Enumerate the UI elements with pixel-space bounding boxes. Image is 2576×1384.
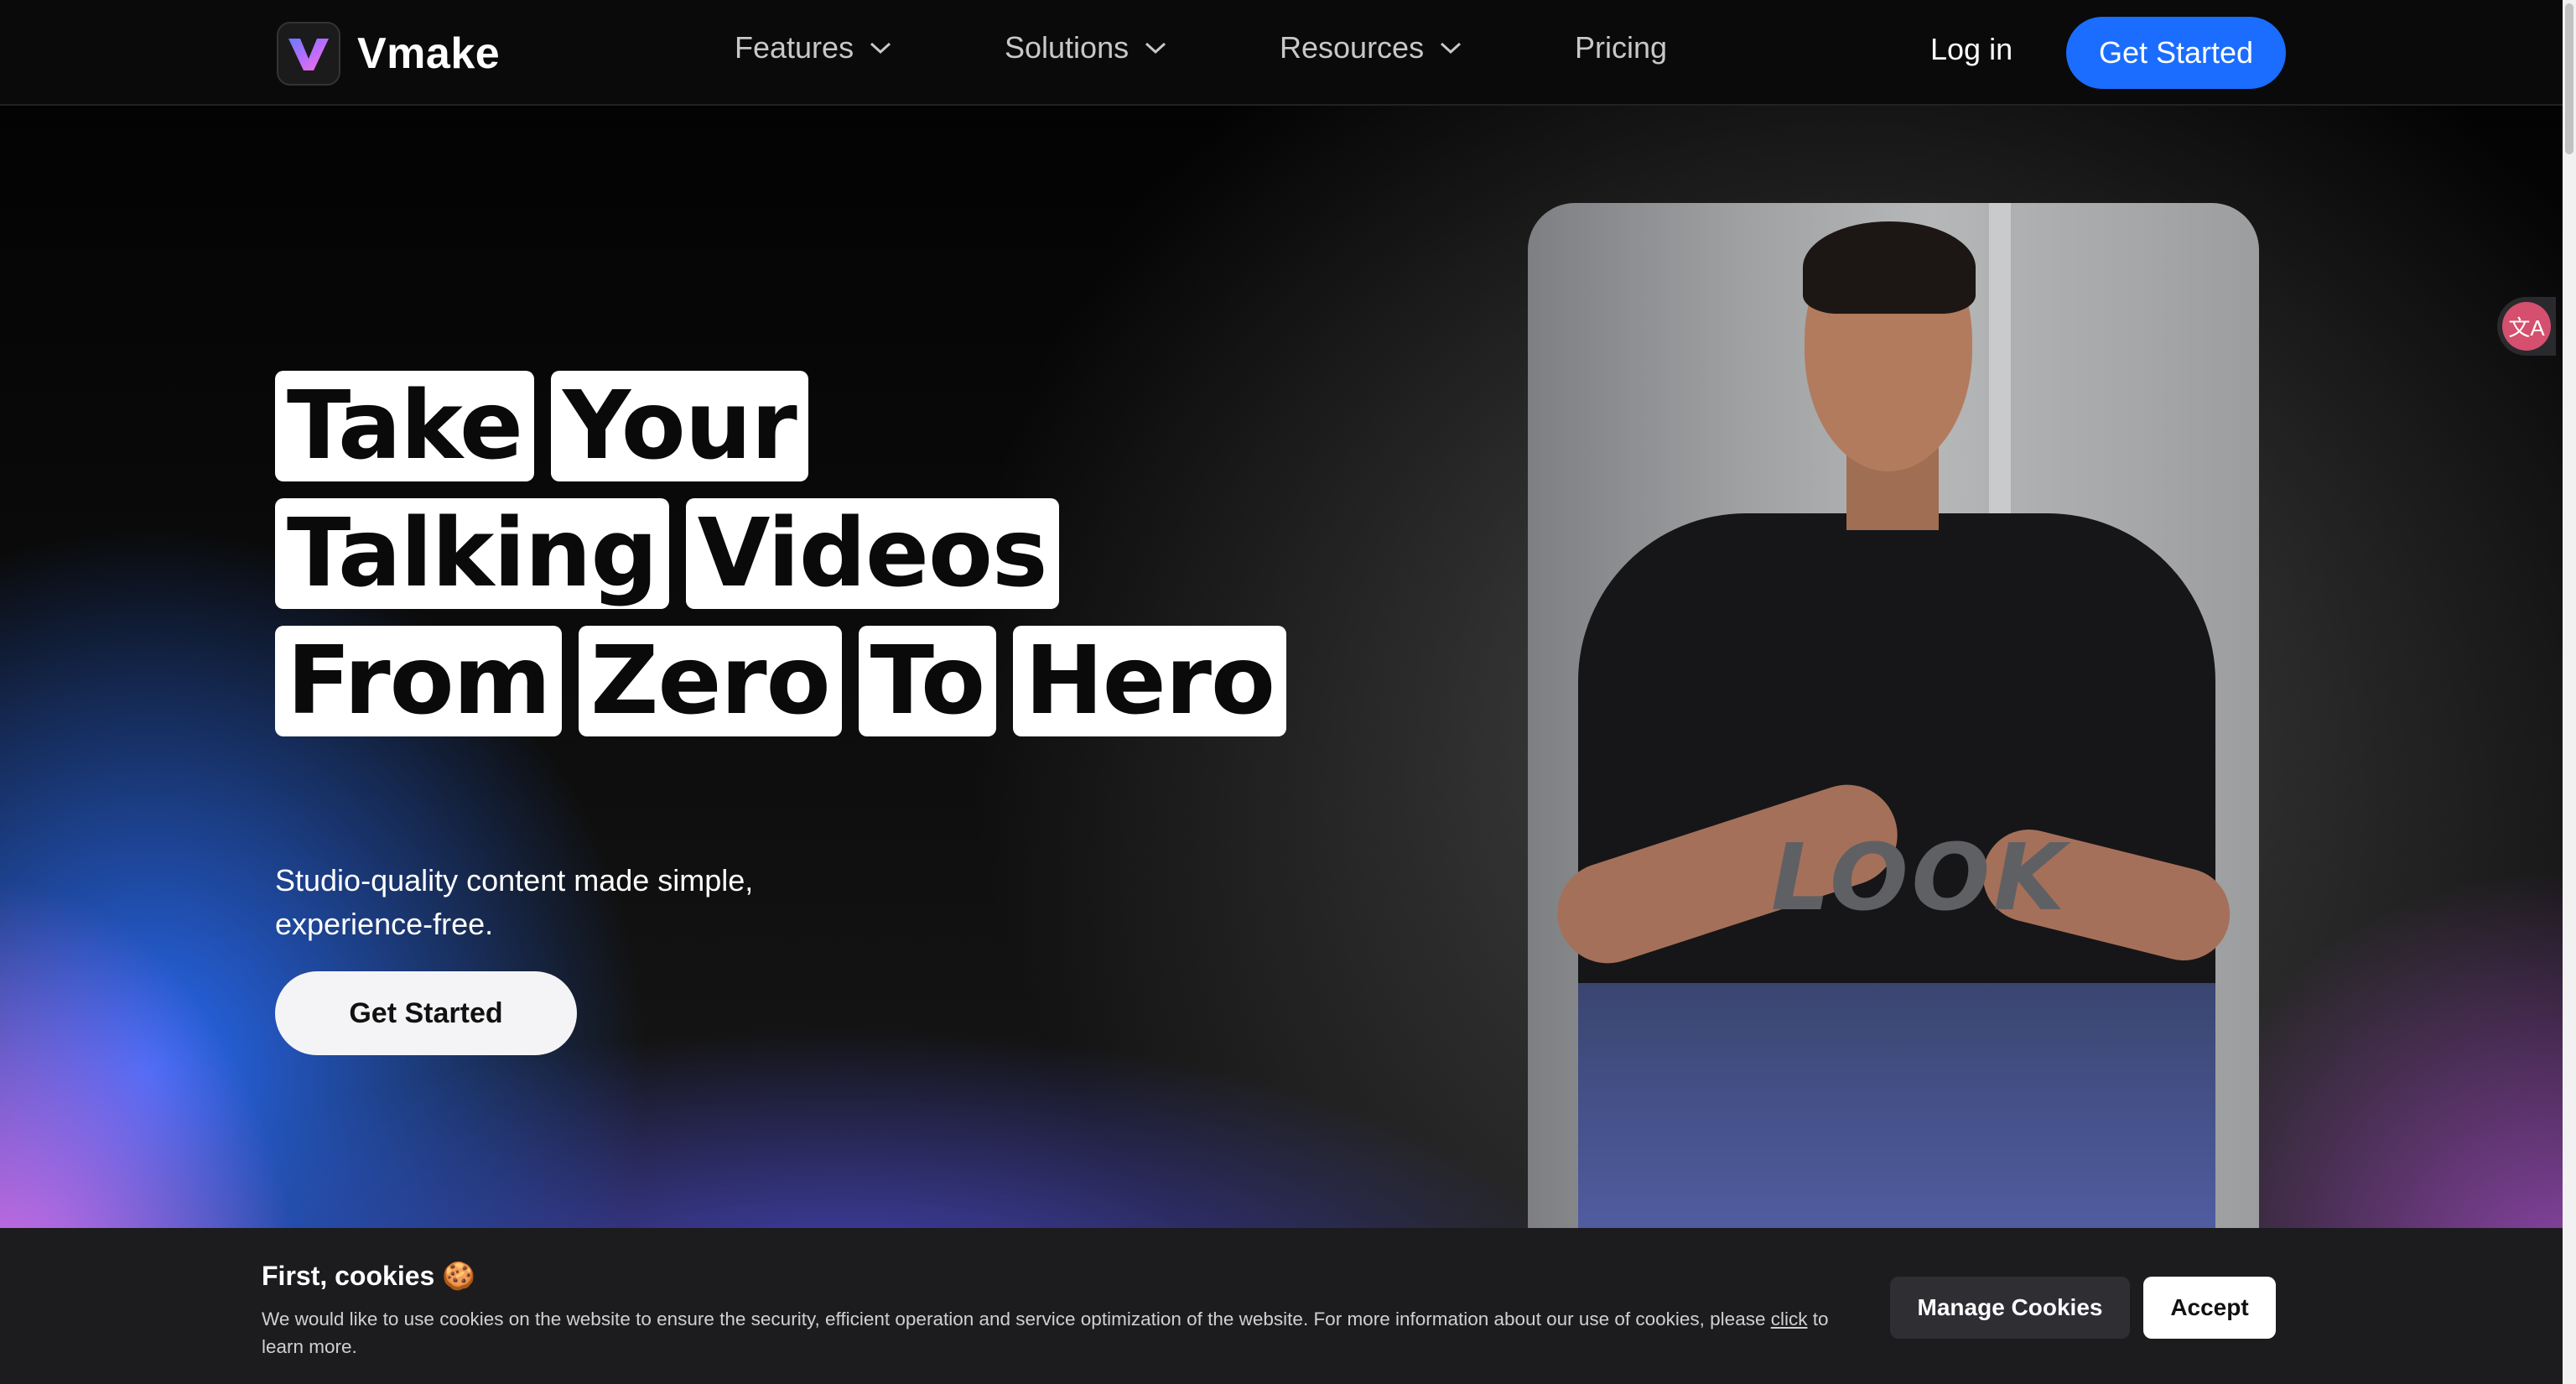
translate-widget[interactable]: 文A: [2497, 297, 2556, 356]
nav-solutions[interactable]: Solutions: [1005, 30, 1167, 65]
cookie-title: First, cookies 🍪: [262, 1260, 475, 1292]
hero-video[interactable]: LOOK: [1528, 203, 2259, 1260]
translate-icon: 文A: [2502, 302, 2551, 351]
get-started-hero-button[interactable]: Get Started: [275, 971, 577, 1055]
cookie-text-main: We would like to use cookies on the webs…: [262, 1309, 1771, 1329]
presenter-shirt-lower: [1578, 983, 2215, 1260]
chevron-down-icon: [870, 42, 891, 55]
nav-features[interactable]: Features: [735, 30, 892, 65]
chevron-down-icon: [1441, 42, 1462, 55]
hero-subtitle: Studio-quality content made simple, expe…: [275, 863, 754, 941]
headline-row: From Zero To Hero: [275, 626, 1286, 736]
headline-row: Talking Videos: [275, 498, 1286, 609]
headline-word: Hero: [1013, 626, 1286, 736]
login-link[interactable]: Log in: [1930, 32, 2012, 67]
headline-word: To: [858, 626, 997, 736]
manage-cookies-button[interactable]: Manage Cookies: [1890, 1277, 2130, 1339]
page: Vmake Features Solutions Resources Prici…: [0, 0, 2576, 1384]
headline-row: Take Your: [275, 371, 1286, 481]
presenter-hair: [1803, 221, 1976, 314]
nav-features-label: Features: [735, 30, 854, 65]
shirt-print-text: LOOK: [1771, 824, 2069, 931]
top-nav: Vmake Features Solutions Resources Prici…: [0, 0, 2563, 106]
logo[interactable]: Vmake: [277, 22, 500, 86]
get-started-nav-button[interactable]: Get Started: [2066, 17, 2286, 89]
vmake-logo-icon: [277, 22, 340, 86]
scrollbar-track[interactable]: [2563, 0, 2576, 1384]
nav-solutions-label: Solutions: [1005, 30, 1130, 65]
cookie-banner: First, cookies 🍪 We would like to use co…: [0, 1228, 2563, 1384]
nav-resources[interactable]: Resources: [1280, 30, 1462, 65]
cookie-learn-more-link[interactable]: click: [1771, 1309, 1808, 1329]
nav-pricing[interactable]: Pricing: [1575, 30, 1667, 65]
headline-word: Take: [275, 371, 534, 481]
brand-name: Vmake: [357, 29, 501, 78]
headline-word: Your: [550, 371, 808, 481]
scrollbar-thumb[interactable]: [2565, 3, 2573, 154]
cookie-description: We would like to use cookies on the webs…: [262, 1305, 1855, 1361]
accept-cookies-button[interactable]: Accept: [2143, 1277, 2276, 1339]
nav-pricing-label: Pricing: [1575, 30, 1668, 65]
headline-word: From: [275, 626, 563, 736]
chevron-down-icon: [1145, 42, 1166, 55]
hero-headline: Take Your Talking Videos From Zero To He…: [275, 371, 1286, 753]
headline-word: Zero: [579, 626, 842, 736]
cookie-title-text: First, cookies: [262, 1261, 435, 1291]
headline-word: Videos: [685, 498, 1059, 609]
cookie-emoji-icon: 🍪: [442, 1261, 476, 1291]
nav-resources-label: Resources: [1280, 30, 1425, 65]
headline-word: Talking: [275, 498, 669, 609]
